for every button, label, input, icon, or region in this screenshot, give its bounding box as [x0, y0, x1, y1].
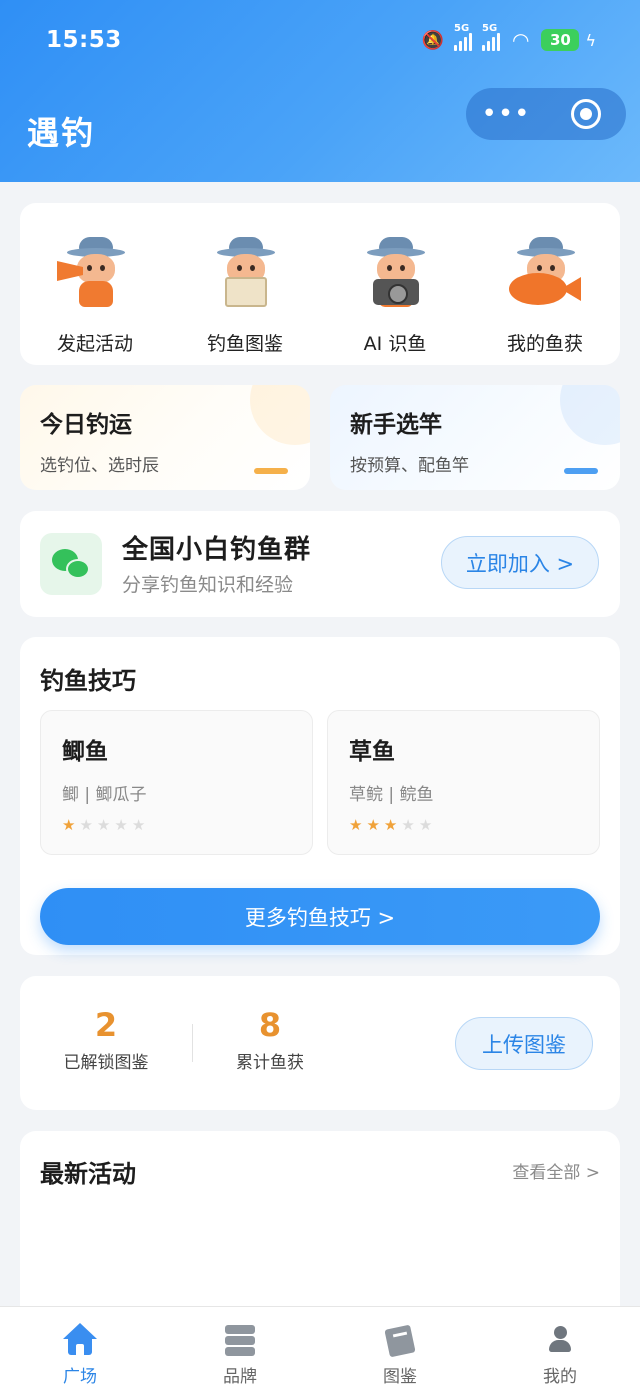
section-title: 最新活动 [40, 1160, 136, 1188]
quick-action-ai-identify[interactable]: AI 识鱼 [320, 203, 470, 365]
stats-card: 2 已解锁图鉴 8 累计鱼获 上传图鉴 [20, 976, 620, 1110]
quick-action-label: AI 识鱼 [363, 333, 427, 355]
stat-unlocked: 2 已解锁图鉴 [36, 1006, 176, 1073]
stat-value: 8 [258, 1006, 282, 1044]
tab-brand[interactable]: 品牌 [160, 1307, 320, 1387]
star-empty-icon: ★ [114, 816, 128, 834]
tool-subtitle: 选钓位、选时辰 [40, 456, 159, 476]
tab-mine[interactable]: 我的 [480, 1307, 640, 1387]
today-fishing-luck-card[interactable]: 今日钓运 选钓位、选时辰 [20, 385, 310, 490]
tool-title: 新手选竿 [350, 412, 442, 438]
stat-label: 累计鱼获 [236, 1053, 304, 1073]
target-icon[interactable] [571, 99, 601, 129]
mini-program-capsule: ••• [466, 88, 626, 140]
tab-guide[interactable]: 图鉴 [320, 1307, 480, 1387]
quick-action-fish-guide[interactable]: 钓鱼图鉴 [170, 203, 320, 365]
difficulty-stars: ★ ★ ★ ★ ★ [62, 816, 291, 834]
stack-icon [223, 1323, 257, 1356]
star-filled-icon: ★ [383, 816, 398, 834]
fish-card-crucian[interactable]: 鲫鱼 鲫 | 鲫瓜子 ★ ★ ★ ★ ★ [40, 710, 313, 855]
tab-label: 图鉴 [383, 1367, 417, 1387]
beginner-rod-card[interactable]: 新手选竿 按预算、配鱼竿 [330, 385, 620, 490]
status-time: 15:53 [46, 27, 122, 53]
group-subtitle: 分享钓鱼知识和经验 [122, 574, 294, 596]
quick-action-create-event[interactable]: 发起活动 [20, 203, 170, 365]
tab-label: 品牌 [223, 1367, 257, 1387]
stat-label: 已解锁图鉴 [63, 1053, 149, 1073]
tab-plaza[interactable]: 广场 [0, 1307, 160, 1387]
fish-alias: 鲫 | 鲫瓜子 [62, 785, 147, 805]
network-type-1: 5G [453, 23, 470, 34]
star-filled-icon: ★ [349, 816, 363, 834]
app-title: 遇钓 [27, 114, 96, 152]
quick-action-label: 钓鱼图鉴 [206, 333, 283, 355]
quick-action-label: 我的鱼获 [506, 333, 583, 355]
star-empty-icon: ★ [79, 816, 93, 834]
tab-label: 我的 [543, 1367, 577, 1387]
stat-total-catch: 8 累计鱼获 [200, 1006, 340, 1073]
group-title: 全国小白钓鱼群 [122, 535, 312, 565]
quick-action-label: 发起活动 [56, 333, 133, 355]
star-empty-icon: ★ [131, 816, 146, 834]
wechat-icon [40, 533, 102, 595]
more-tips-button[interactable]: 更多钓鱼技巧 > [40, 888, 600, 945]
quick-action-my-catch[interactable]: 我的鱼获 [470, 203, 620, 365]
tab-label: 广场 [63, 1367, 97, 1387]
latest-activities-section: 最新活动 查看全部 > [20, 1131, 620, 1331]
tool-title: 今日钓运 [40, 412, 132, 438]
difficulty-stars: ★ ★ ★ ★ ★ [349, 816, 578, 834]
section-title: 钓鱼技巧 [40, 667, 136, 695]
fish-alias: 草鲩 | 鲩鱼 [349, 785, 434, 805]
mascot-fish-icon [505, 231, 585, 311]
charging-icon: ϟ [585, 30, 596, 50]
star-empty-icon: ★ [418, 816, 433, 834]
view-all-link[interactable]: 查看全部 > [512, 1158, 600, 1183]
star-filled-icon: ★ [62, 816, 76, 834]
divider [192, 1024, 193, 1062]
signal-icon-2: 5G [481, 23, 500, 51]
stat-value: 2 [94, 1006, 118, 1044]
mascot-megaphone-icon [55, 231, 135, 311]
home-icon [63, 1323, 97, 1356]
join-group-button[interactable]: 立即加入 > [441, 536, 599, 589]
book-icon [383, 1323, 417, 1358]
upload-guide-button[interactable]: 上传图鉴 [455, 1017, 593, 1070]
accent-bar [254, 468, 288, 474]
more-icon[interactable]: ••• [466, 99, 546, 129]
mascot-book-icon [205, 231, 285, 311]
mascot-camera-icon [355, 231, 435, 311]
fish-card-grass-carp[interactable]: 草鱼 草鲩 | 鲩鱼 ★ ★ ★ ★ ★ [327, 710, 600, 855]
fish-name: 草鱼 [349, 739, 395, 765]
wifi-icon: ◠ [511, 28, 530, 52]
star-filled-icon: ★ [366, 816, 380, 834]
network-type-2: 5G [481, 23, 498, 34]
quick-actions: 发起活动 钓鱼图鉴 AI 识鱼 我的鱼获 [20, 203, 620, 365]
tab-bar: 广场 品牌 图鉴 我的 [0, 1306, 640, 1387]
header: 15:53 🔕 5G 5G ◠ 30 ϟ 遇钓 ••• [0, 0, 640, 182]
star-empty-icon: ★ [401, 816, 415, 834]
mute-icon: 🔕 [421, 29, 444, 51]
tool-subtitle: 按预算、配鱼竿 [350, 456, 469, 476]
star-empty-icon: ★ [96, 816, 111, 834]
battery-icon: 30 [541, 29, 580, 51]
accent-bar [564, 468, 598, 474]
signal-icon: 5G [453, 23, 472, 51]
fishing-tips-section: 钓鱼技巧 鲫鱼 鲫 | 鲫瓜子 ★ ★ ★ ★ ★ 草鱼 草鲩 | 鲩鱼 ★ ★ ★ ★ ★ 更… [20, 637, 620, 955]
person-icon [543, 1323, 577, 1356]
wechat-group-card: 全国小白钓鱼群 分享钓鱼知识和经验 立即加入 > [20, 511, 620, 617]
status-bar: 15:53 🔕 5G 5G ◠ 30 ϟ [0, 0, 640, 80]
fish-name: 鲫鱼 [62, 739, 108, 765]
status-icons: 🔕 5G 5G ◠ 30 ϟ [421, 23, 596, 52]
